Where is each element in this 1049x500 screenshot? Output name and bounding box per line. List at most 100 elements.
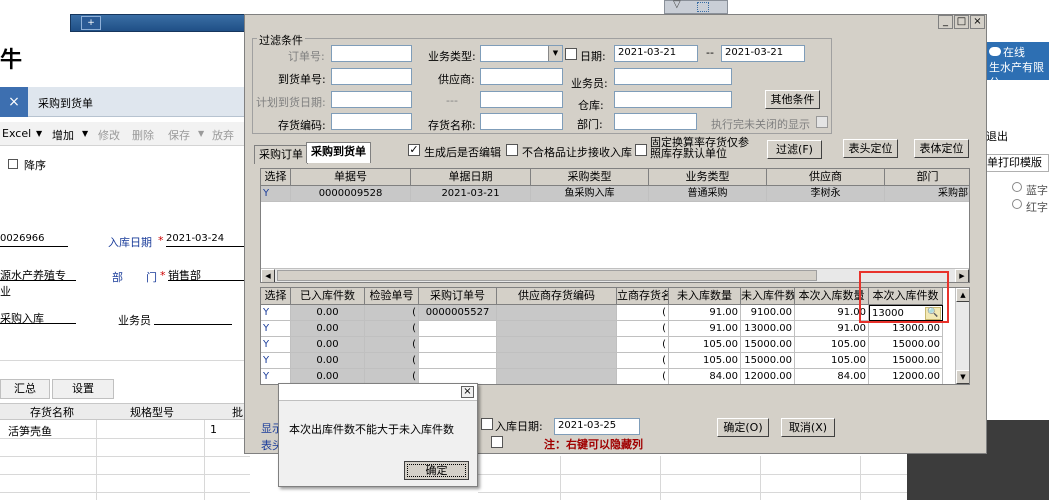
lower-col-inspect-no[interactable]: 检验单号 (365, 288, 419, 305)
upper-col-select[interactable]: 选择 (261, 169, 291, 186)
lower-cell-pending-qty[interactable]: 105.00 (669, 337, 741, 353)
lower-cell-supplier-name[interactable]: ( (617, 305, 669, 321)
lower-col-this-qty[interactable]: 本次入库数量 (795, 288, 869, 305)
drop-down-handle[interactable]: ▽ (664, 0, 728, 14)
tab-purchase-arrival[interactable]: 采购到货单 (38, 95, 93, 111)
radio-red[interactable] (1012, 199, 1022, 209)
upper-col-supplier[interactable]: 供应商 (767, 169, 885, 186)
lower-cell-supplier-code[interactable] (497, 353, 617, 369)
lower-col-pending-qty[interactable]: 未入库数量 (669, 288, 741, 305)
tab-purchase-arrival-doc[interactable]: 采购到货单 (306, 142, 371, 163)
lower-cell-pending-qty[interactable]: 105.00 (669, 353, 741, 369)
inv-code-input[interactable] (331, 113, 412, 130)
scroll-right-icon[interactable]: ▶ (955, 269, 969, 282)
lower-cell-pending-qty[interactable]: 91.00 (669, 321, 741, 337)
upper-cell-doc-date[interactable]: 2021-03-21 (411, 186, 531, 202)
lower-cell-pending-pieces[interactable]: 9100.00 (741, 305, 795, 321)
lower-cell-this-pieces[interactable]: 13000.00 (869, 321, 943, 337)
salesman-field[interactable] (154, 311, 232, 325)
tab-purchase-order[interactable]: 采购订单 (254, 145, 308, 164)
pin-icon[interactable]: + (81, 16, 101, 30)
edit-after-gen-checkbox[interactable]: ✓ (408, 144, 420, 156)
exit-menu[interactable]: 退出 (986, 128, 1008, 144)
biz-type-select[interactable]: ▼ (480, 45, 563, 62)
cell-inventory-name[interactable]: 活笋壳鱼 (8, 423, 52, 439)
lower-col-po-no[interactable]: 采购订单号 (419, 288, 497, 305)
scroll-down-icon[interactable]: ▼ (956, 370, 969, 384)
scroll-thumb[interactable] (277, 270, 817, 281)
date-checkbox[interactable] (565, 48, 577, 60)
lower-col-supplier-name[interactable]: 立商存货名 (617, 288, 669, 305)
lower-cell-select[interactable]: Y (261, 305, 291, 321)
inbound-date-field[interactable]: 2021-03-24 (166, 233, 250, 247)
filter-button[interactable]: 过滤(F) (767, 140, 822, 159)
arrival-no-input[interactable] (331, 68, 412, 85)
lower-col-select[interactable]: 选择 (261, 288, 291, 305)
lower-cell-this-qty[interactable]: 105.00 (795, 337, 869, 353)
toolbar-edit[interactable]: 修改 (98, 127, 120, 143)
upper-col-doc-date[interactable]: 单据日期 (411, 169, 531, 186)
lower-cell-pending-qty[interactable]: 84.00 (669, 369, 741, 384)
sort-desc-checkbox[interactable] (8, 159, 18, 169)
lower-cell-inspect-no[interactable]: ( (365, 337, 419, 353)
order-no-input[interactable] (331, 45, 412, 62)
radio-blue[interactable] (1012, 182, 1022, 192)
lower-vscrollbar[interactable]: ▲ ▼ (955, 288, 969, 384)
other-conditions-button[interactable]: 其他条件 (765, 90, 820, 109)
date-to-input[interactable]: 2021-03-21 (721, 45, 805, 62)
lower-cell-this-pieces[interactable]: 15000.00 (869, 353, 943, 369)
cancel-button[interactable]: 取消(X) (781, 418, 835, 437)
upper-cell-dept[interactable]: 采购部 (885, 186, 969, 202)
lower-cell-supplier-code[interactable] (497, 369, 617, 384)
upper-col-doc-no[interactable]: 单据号 (291, 169, 411, 186)
lower-cell-supplier-name[interactable]: ( (617, 353, 669, 369)
upper-col-dept[interactable]: 部门 (885, 169, 969, 186)
inbound-date-input[interactable]: 2021-03-25 (554, 418, 640, 435)
toolbar-add[interactable]: 增加 (52, 127, 74, 143)
upper-cell-doc-no[interactable]: 0000009528 (291, 186, 411, 202)
toolbar-excel[interactable]: Excel (2, 127, 31, 140)
ok-button[interactable]: 确定(O) (717, 418, 769, 437)
maximize-icon[interactable]: □ (954, 15, 969, 29)
dept-input[interactable] (614, 113, 697, 130)
toolbar-delete[interactable]: 删除 (132, 127, 154, 143)
upper-cell-biz-type[interactable]: 普通采购 (649, 186, 767, 202)
lower-cell-supplier-name[interactable]: ( (617, 337, 669, 353)
lower-cell-this-qty[interactable]: 105.00 (795, 353, 869, 369)
lower-col-pending-pieces[interactable]: 未入库件数 (741, 288, 795, 305)
print-template-select[interactable]: 单打印模版 (986, 154, 1049, 172)
fixed-rate-checkbox[interactable] (635, 144, 647, 156)
tab-settings[interactable]: 设置 (52, 379, 114, 399)
lower-cell-pending-pieces[interactable]: 13000.00 (741, 321, 795, 337)
upper-col-biz-type[interactable]: 业务类型 (649, 169, 767, 186)
lower-cell-this-pieces[interactable]: 12000.00 (869, 369, 943, 384)
lower-cell-supplier-name[interactable]: ( (617, 369, 669, 384)
lower-cell-po-no[interactable] (419, 321, 497, 337)
lower-cell-inbound-pieces[interactable]: 0.00 (291, 305, 365, 321)
tab-close-button[interactable]: × (0, 87, 28, 117)
lower-cell-po-no[interactable] (419, 337, 497, 353)
scroll-left-icon[interactable]: ◀ (261, 269, 275, 282)
dept-field[interactable]: 销售部 (168, 267, 250, 282)
upper-col-purchase-type[interactable]: 采购类型 (531, 169, 649, 186)
lower-cell-inbound-pieces[interactable]: 0.00 (291, 321, 365, 337)
lower-cell-pending-qty[interactable]: 91.00 (669, 305, 741, 321)
salesman-input[interactable] (614, 68, 732, 85)
date-from-input[interactable]: 2021-03-21 (614, 45, 698, 62)
message-box-titlebar[interactable]: × (279, 384, 477, 401)
chevron-down-icon[interactable]: ▼ (548, 46, 562, 61)
extra-checkbox[interactable] (491, 436, 503, 448)
lower-col-inbound-pieces[interactable]: 已入库件数 (291, 288, 365, 305)
online-banner[interactable]: 在线 生水产有限公 (985, 42, 1049, 89)
upper-cell-purchase-type[interactable]: 鱼采购入库 (531, 186, 649, 202)
chevron-down-icon[interactable]: ▼ (82, 129, 88, 138)
lower-cell-inspect-no[interactable]: ( (365, 321, 419, 337)
cell-qty[interactable]: 1 (210, 423, 217, 436)
unqualified-checkbox[interactable] (506, 144, 518, 156)
lower-cell-po-no[interactable]: 0000005527 (419, 305, 497, 321)
inv-name-input[interactable] (480, 113, 563, 130)
chevron-down-icon[interactable]: ▼ (198, 129, 204, 138)
lower-cell-select[interactable]: Y (261, 337, 291, 353)
upper-cell-supplier[interactable]: 李树永 (767, 186, 885, 202)
lower-cell-supplier-name[interactable]: ( (617, 321, 669, 337)
